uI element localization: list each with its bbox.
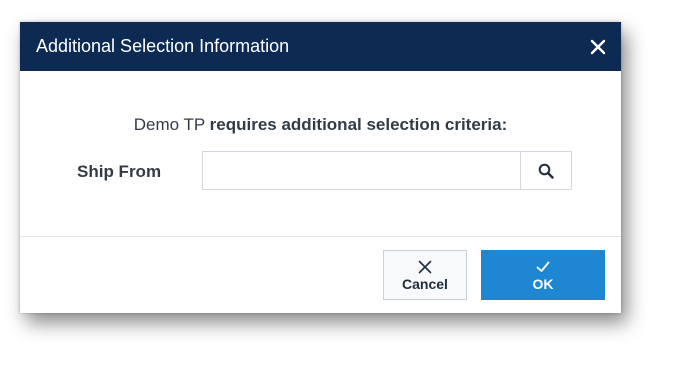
checkmark-icon — [536, 261, 550, 272]
ship-from-search-button[interactable] — [520, 152, 571, 189]
trading-partner-name: Demo TP — [133, 115, 210, 134]
close-icon — [590, 39, 606, 55]
cancel-button[interactable]: Cancel — [383, 250, 467, 300]
ship-from-field — [202, 151, 572, 190]
criteria-message-text: requires additional selection criteria: — [209, 115, 508, 134]
close-button[interactable] — [585, 34, 611, 60]
dialog-footer: Cancel OK — [20, 237, 621, 313]
dialog-body: Demo TP requires additional selection cr… — [20, 71, 621, 237]
ship-from-input[interactable] — [203, 152, 520, 189]
dialog-title: Additional Selection Information — [36, 36, 290, 56]
ship-from-label: Ship From — [77, 162, 162, 181]
ok-label: OK — [532, 275, 554, 292]
selection-dialog: Additional Selection Information Demo TP… — [20, 22, 621, 313]
search-icon — [538, 163, 554, 179]
close-icon — [418, 260, 432, 273]
dialog-titlebar: Additional Selection Information — [20, 22, 621, 71]
ok-button[interactable]: OK — [481, 250, 605, 300]
cancel-label: Cancel — [402, 275, 448, 292]
criteria-message: Demo TP requires additional selection cr… — [20, 115, 621, 135]
